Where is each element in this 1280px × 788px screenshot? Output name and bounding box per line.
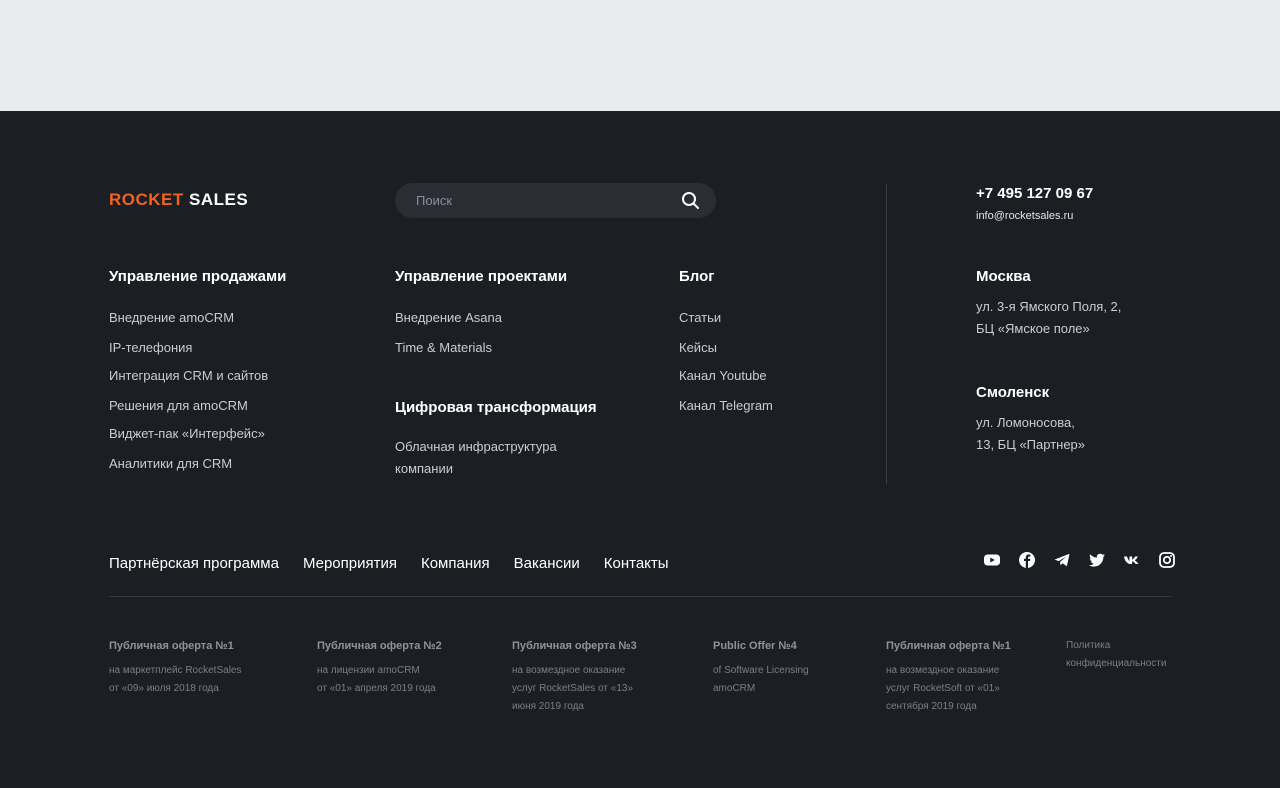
search-input[interactable] xyxy=(395,183,665,218)
nav-vacancies[interactable]: Вакансии xyxy=(514,555,580,572)
offer-3[interactable]: Публичная оферта №3 на возмездное оказан… xyxy=(512,640,637,716)
twitter-icon[interactable] xyxy=(1088,551,1106,569)
vertical-divider xyxy=(886,184,887,484)
email-link[interactable]: info@rocketsales.ru xyxy=(976,210,1073,222)
offer-2-title: Публичная оферта №2 xyxy=(317,640,442,652)
phone-link[interactable]: +7 495 127 09 67 xyxy=(976,185,1093,202)
offer-3-title: Публичная оферта №3 xyxy=(512,640,637,652)
moscow-address-line1: ул. 3-я Ямского Поля, 2, xyxy=(976,299,1122,314)
privacy-line2: конфиденциальности xyxy=(1066,658,1167,669)
smolensk-office-title: Смоленск xyxy=(976,384,1050,401)
offer-3-line1: на возмездное оказание xyxy=(512,665,626,676)
offer-2-line1: на лицензии amoCRM xyxy=(317,665,420,676)
privacy-line1: Политика xyxy=(1066,640,1111,651)
search-box xyxy=(395,183,716,218)
link-youtube-channel[interactable]: Канал Youtube xyxy=(679,368,767,383)
offer-1-line1: на маркетплейс RocketSales xyxy=(109,665,242,676)
offer-1-line2: от «09» июля 2018 года xyxy=(109,683,219,694)
moscow-address-line2: БЦ «Ямское поле» xyxy=(976,321,1090,336)
link-asana-implementation[interactable]: Внедрение Asana xyxy=(395,310,502,325)
link-crm-integration[interactable]: Интеграция CRM и сайтов xyxy=(109,368,268,383)
nav-events[interactable]: Мероприятия xyxy=(303,555,397,572)
nav-contacts[interactable]: Контакты xyxy=(604,555,669,572)
nav-company[interactable]: Компания xyxy=(421,555,490,572)
sales-column-title: Управление продажами xyxy=(109,268,287,285)
blog-column-title: Блог xyxy=(679,268,715,285)
offer-2-line2: от «01» апреля 2019 года xyxy=(317,683,436,694)
page-top-area xyxy=(0,0,1280,111)
offer-5-line3: сентября 2019 года xyxy=(886,701,977,712)
digital-column-title: Цифровая трансформация xyxy=(395,399,597,416)
link-amocrm-solutions[interactable]: Решения для amoCRM xyxy=(109,398,248,413)
offer-5[interactable]: Публичная оферта №1 на возмездное оказан… xyxy=(886,640,1011,716)
smolensk-address-line1: ул. Ломоносова, xyxy=(976,415,1075,430)
search-icon[interactable] xyxy=(681,191,700,210)
privacy-policy-link[interactable]: Политика конфиденциальности xyxy=(1066,637,1166,673)
link-telegram-channel[interactable]: Канал Telegram xyxy=(679,398,773,413)
youtube-icon[interactable] xyxy=(983,551,1001,569)
link-amocrm-implementation[interactable]: Внедрение amoCRM xyxy=(109,310,234,325)
logo-accent-text: ROCKET xyxy=(109,190,184,209)
moscow-address: ул. 3-я Ямского Поля, 2, БЦ «Ямское поле… xyxy=(976,296,1121,340)
link-widget-pack[interactable]: Виджет-пак «Интерфейс» xyxy=(109,426,265,441)
offer-2[interactable]: Публичная оферта №2 на лицензии amoCRM о… xyxy=(317,640,442,698)
offer-3-line3: июня 2019 года xyxy=(512,701,584,712)
horizontal-divider xyxy=(109,596,1172,597)
instagram-icon[interactable] xyxy=(1158,551,1176,569)
cloud-link-line1: Облачная инфраструктура xyxy=(395,439,557,454)
link-time-materials[interactable]: Time & Materials xyxy=(395,340,492,355)
offer-3-line2: услуг RocketSales от «13» xyxy=(512,683,634,694)
facebook-icon[interactable] xyxy=(1018,551,1036,569)
offer-4[interactable]: Public Offer №4 of Software Licensing am… xyxy=(713,640,809,698)
link-cloud-infrastructure[interactable]: Облачная инфраструктура компании xyxy=(395,436,557,480)
offer-1-title: Публичная оферта №1 xyxy=(109,640,234,652)
projects-column-title: Управление проектами xyxy=(395,268,568,285)
smolensk-address: ул. Ломоносова, 13, БЦ «Партнер» xyxy=(976,412,1085,456)
nav-partner-program[interactable]: Партнёрская программа xyxy=(109,555,279,572)
cloud-link-line2: компании xyxy=(395,461,453,476)
logo-rest-text: SALES xyxy=(189,190,249,209)
moscow-office-title: Москва xyxy=(976,268,1031,285)
offer-5-line2: услуг RocketSoft от «01» xyxy=(886,683,1000,694)
link-ip-telephony[interactable]: IP-телефония xyxy=(109,340,192,355)
offer-5-line1: на возмездное оказание xyxy=(886,665,1000,676)
link-cases[interactable]: Кейсы xyxy=(679,340,717,355)
offer-4-line2: amoCRM xyxy=(713,683,756,694)
smolensk-address-line2: 13, БЦ «Партнер» xyxy=(976,437,1086,452)
offer-4-line1: of Software Licensing xyxy=(713,665,809,676)
social-links xyxy=(983,551,1176,569)
footer-nav: Партнёрская программа Мероприятия Компан… xyxy=(109,555,669,572)
telegram-icon[interactable] xyxy=(1053,551,1071,569)
offer-1[interactable]: Публичная оферта №1 на маркетплейс Rocke… xyxy=(109,640,241,698)
rocket-sales-logo[interactable]: ROCKET SALES xyxy=(109,190,248,210)
offer-4-title: Public Offer №4 xyxy=(713,640,797,652)
link-articles[interactable]: Статьи xyxy=(679,310,721,325)
link-crm-analytics[interactable]: Аналитики для CRM xyxy=(109,456,232,471)
vk-icon[interactable] xyxy=(1123,551,1141,569)
offer-5-title: Публичная оферта №1 xyxy=(886,640,1011,652)
